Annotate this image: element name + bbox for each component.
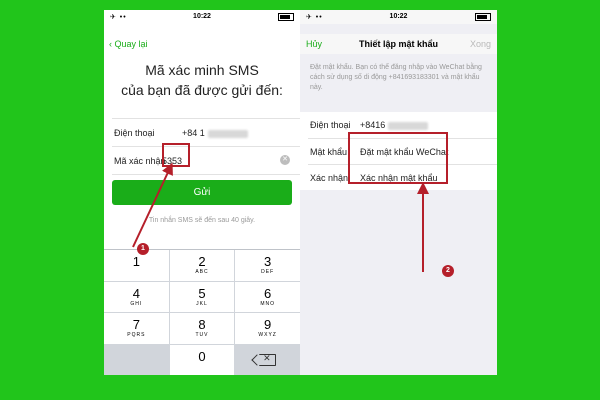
- status-time: 10:22: [389, 13, 408, 20]
- step-badge-2: 2: [442, 265, 454, 277]
- status-bar: ✈ •• 10:22: [104, 10, 300, 24]
- status-bar: ✈ •• 10:22: [300, 10, 497, 24]
- done-button[interactable]: Xong: [470, 39, 491, 49]
- key-4[interactable]: 4 GHI: [104, 281, 169, 312]
- clear-icon[interactable]: ✕: [280, 155, 290, 165]
- divider: [112, 174, 300, 175]
- divider: [112, 118, 300, 119]
- nav-bar: Hủy Thiết lập mật khẩu Xong: [300, 34, 497, 54]
- password-label: Mật khẩu: [310, 147, 348, 157]
- back-label: Quay lại: [114, 39, 148, 49]
- send-button[interactable]: Gửi: [112, 180, 292, 205]
- nav-bar: ‹ Quay lại: [104, 34, 300, 54]
- key-3[interactable]: 3 DEF: [235, 250, 300, 281]
- key-7[interactable]: 7 PQRS: [104, 313, 169, 344]
- key-9[interactable]: 9 WXYZ: [235, 313, 300, 344]
- phone-label: Điện thoại: [310, 120, 351, 130]
- key-8[interactable]: 8 TUV: [169, 313, 235, 344]
- key-blank: [104, 344, 169, 375]
- phone-number-row: Điện thoại +84 1: [104, 120, 300, 146]
- page-title: Mã xác minh SMS: [145, 62, 259, 78]
- numeric-keypad: 1 2 ABC 3 DEF 4 GHI 5 JKL 6 MNO 7 PQRS 8 TUV 9W…: [104, 249, 300, 375]
- confirm-label: Xác nhận: [310, 173, 349, 183]
- key-1[interactable]: 1: [104, 250, 169, 281]
- battery-icon: [475, 13, 491, 21]
- page-title: Thiết lập mật khẩu: [358, 39, 438, 49]
- code-highlight-box: [162, 143, 190, 167]
- blurred-number: [207, 129, 248, 138]
- key-6[interactable]: 6 MNO: [235, 281, 300, 312]
- step-badge-1: 1: [137, 243, 149, 255]
- key-5[interactable]: 5 JKL: [169, 281, 235, 312]
- key-2[interactable]: 2 ABC: [169, 250, 235, 281]
- password-highlight-box: [348, 132, 448, 184]
- key-0[interactable]: 0: [169, 344, 235, 375]
- blurred-number: [388, 121, 429, 130]
- sms-verification-screen: ✈ •• 10:22 ‹ Quay lại Mã xác minh SMS củ…: [104, 10, 300, 375]
- status-time: 10:22: [193, 13, 211, 20]
- page-subtitle: của bạn đã được gửi đến:: [121, 82, 283, 98]
- set-password-screen: ✈ •• 10:22 Hủy Thiết lập mật khẩu Xong Đ…: [300, 10, 497, 375]
- code-label: Mã xác nhận: [114, 156, 166, 166]
- phone-value: +84 1: [182, 128, 248, 138]
- phone-label: Điện thoại: [114, 128, 155, 138]
- sms-timer-note: Tin nhắn SMS sẽ đến sau 40 giây.: [148, 217, 256, 224]
- delete-key[interactable]: ✕: [235, 344, 300, 375]
- chevron-left-icon: ‹: [109, 39, 112, 49]
- phone-value: +8416: [360, 120, 429, 130]
- info-text: Đặt mật khẩu. Bạn có thể đăng nhập vào W…: [310, 64, 482, 91]
- battery-icon: [278, 13, 294, 21]
- verification-code-row[interactable]: Mã xác nhận 5353 ✕: [104, 148, 300, 174]
- divider: [112, 146, 300, 147]
- back-button[interactable]: ‹ Quay lại: [109, 39, 148, 49]
- backspace-icon: ✕: [259, 353, 277, 366]
